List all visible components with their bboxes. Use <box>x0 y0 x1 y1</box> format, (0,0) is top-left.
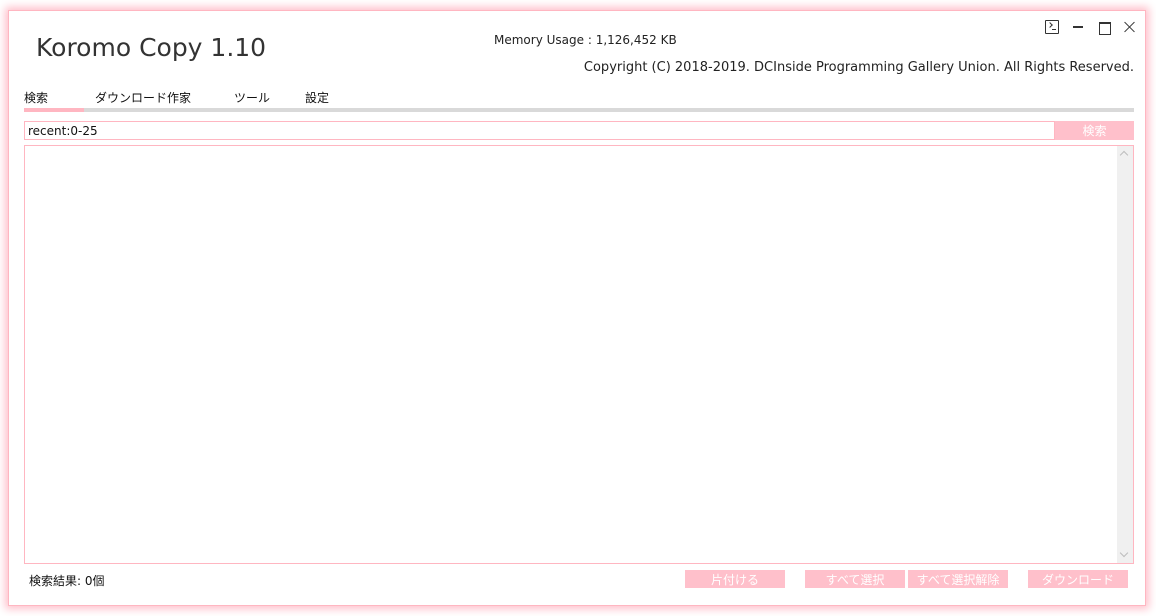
tab-indicator-track <box>24 108 1134 112</box>
console-icon[interactable] <box>1045 20 1059 34</box>
window-controls <box>1045 17 1137 37</box>
memory-usage-value: 1,126,452 KB <box>595 33 677 47</box>
select-all-button[interactable]: すべて選択 <box>805 570 905 588</box>
download-button[interactable]: ダウンロード <box>1028 570 1128 588</box>
scroll-up-icon[interactable] <box>1119 150 1129 160</box>
search-input[interactable] <box>24 121 1055 140</box>
tab-settings[interactable]: 設定 <box>305 89 329 106</box>
copyright-text: Copyright (C) 2018-2019. DCInside Progra… <box>583 60 1134 75</box>
app-title: Koromo Copy 1.10 <box>36 33 267 62</box>
memory-usage-label: Memory Usage : <box>494 33 592 47</box>
results-list[interactable] <box>24 145 1134 564</box>
result-count: 検索結果: 0個 <box>29 574 105 588</box>
tab-tools[interactable]: ツール <box>234 89 270 106</box>
main-window: Koromo Copy 1.10 Memory Usage : 1,126,45… <box>8 10 1146 606</box>
search-button[interactable]: 検索 <box>1055 121 1134 140</box>
vertical-scrollbar[interactable] <box>1117 146 1133 563</box>
tab-search[interactable]: 検索 <box>24 89 48 106</box>
close-icon[interactable] <box>1123 20 1137 34</box>
tidy-button[interactable]: 片付ける <box>685 570 785 588</box>
memory-usage: Memory Usage : 1,126,452 KB <box>494 33 677 47</box>
active-tab-indicator <box>24 108 84 112</box>
scroll-down-icon[interactable] <box>1119 548 1129 558</box>
maximize-icon[interactable] <box>1097 20 1111 35</box>
deselect-all-button[interactable]: すべて選択解除 <box>908 570 1008 588</box>
tab-download-artist[interactable]: ダウンロード作家 <box>95 89 191 106</box>
minimize-icon[interactable] <box>1071 20 1085 34</box>
